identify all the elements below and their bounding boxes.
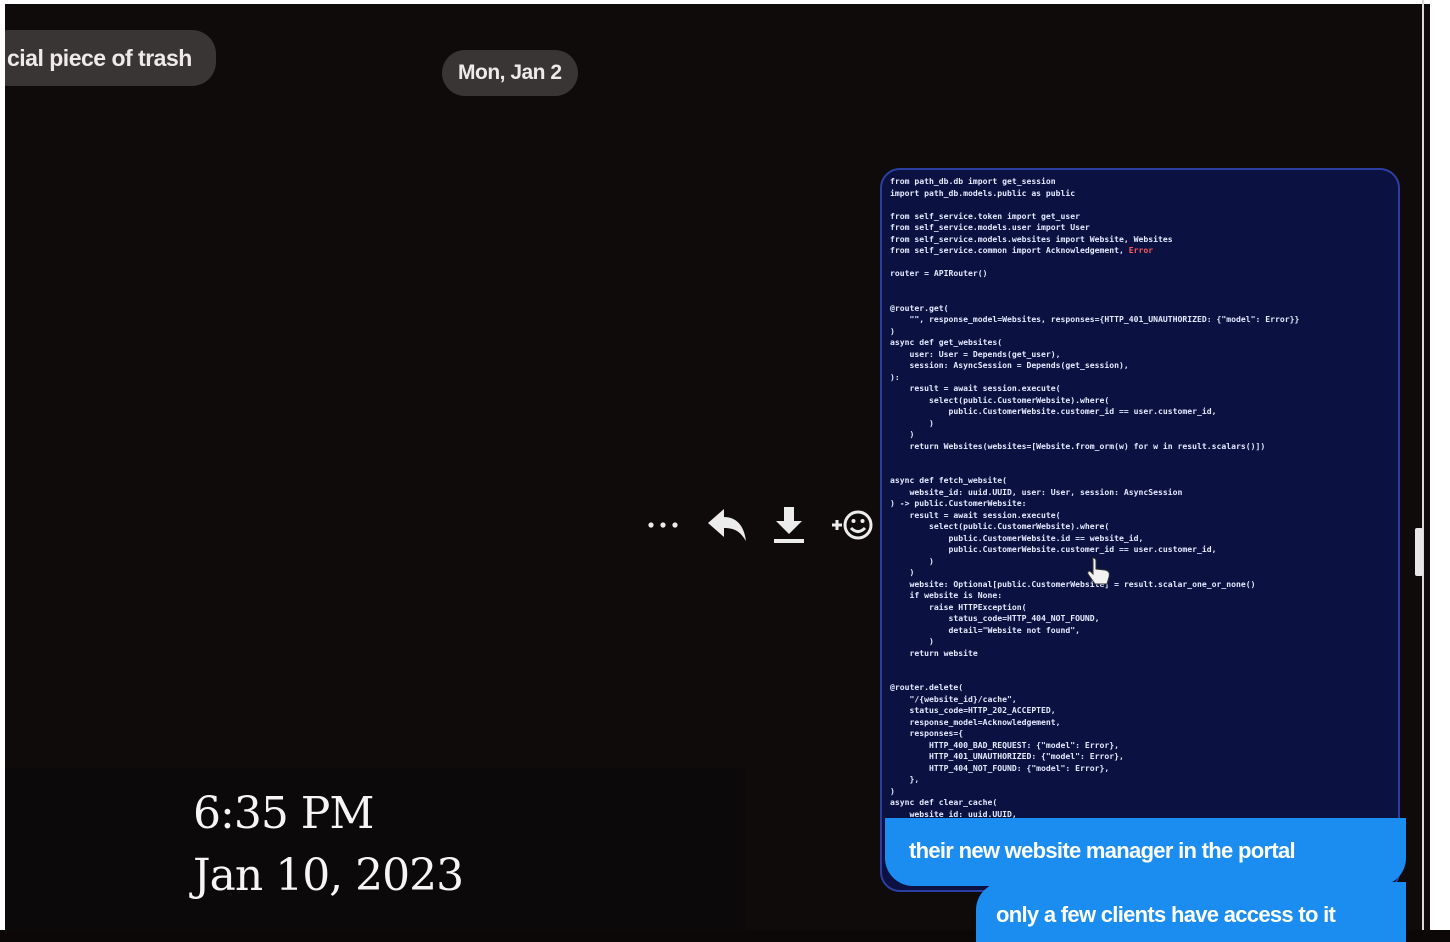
- code-content: from path_db.db import get_session impor…: [890, 176, 1390, 820]
- reply-icon: [704, 505, 748, 545]
- code-line: responses={: [890, 728, 964, 738]
- code-line: website_id: uuid.UUID,: [890, 808, 1017, 819]
- code-line: import path_db.models.public as public: [890, 187, 1076, 198]
- code-line: if website is None:: [890, 590, 1003, 600]
- code-line: user: User = Depends(get_user),: [890, 348, 1061, 359]
- code-line: ): [890, 567, 915, 577]
- message-actions-bar: [641, 500, 881, 550]
- sent-message-text: only a few clients have access to it: [996, 902, 1336, 927]
- code-line: "", response_model=Websites, responses={…: [890, 314, 1300, 324]
- code-line: session: AsyncSession = Depends(get_sess…: [890, 360, 1129, 370]
- code-line: result = await session.execute(: [890, 383, 1061, 393]
- code-line: from path_db.db import get_session: [890, 176, 1056, 186]
- code-line: from self_service.token import get_user: [890, 210, 1081, 221]
- scrollbar-thumb[interactable]: [1415, 528, 1423, 576]
- code-line: public.CustomerWebsite.customer_id == us…: [890, 544, 1217, 554]
- code-screenshot-message[interactable]: from path_db.db import get_session impor…: [880, 168, 1400, 892]
- code-line: from self_service.models.websites import…: [890, 233, 1173, 244]
- sent-message-text: their new website manager in the portal: [909, 838, 1296, 863]
- code-line: ) -> public.CustomerWebsite:: [890, 498, 1027, 508]
- code-line: @router.delete(: [890, 682, 964, 692]
- code-line: from self_service.common import Acknowle…: [890, 245, 1154, 255]
- code-line: ): [890, 325, 895, 336]
- code-line: select(public.CustomerWebsite).where(: [890, 394, 1110, 405]
- code-line: ): [890, 785, 895, 796]
- date-separator: Mon, Jan 2: [442, 50, 578, 96]
- sent-message-bubble[interactable]: their new website manager in the portal: [885, 818, 1406, 886]
- add-reaction-button[interactable]: [827, 500, 877, 550]
- code-line: return website: [890, 647, 978, 658]
- code-line: "/{website_id}/cache",: [890, 693, 1017, 704]
- more-button[interactable]: [641, 500, 685, 550]
- code-line: ):: [890, 371, 900, 382]
- code-line: @router.get(: [890, 302, 949, 313]
- window-edge: [1422, 0, 1424, 930]
- code-line: from self_service.models.user import Use…: [890, 222, 1090, 232]
- code-line: public.CustomerWebsite.customer_id == us…: [890, 406, 1217, 416]
- code-line: HTTP_401_UNAUTHORIZED: {"model": Error},: [890, 751, 1124, 761]
- code-line: async def clear_cache(: [890, 797, 998, 807]
- date-separator-label: Mon, Jan 2: [458, 61, 562, 84]
- previous-message-bubble[interactable]: cial piece of trash: [5, 30, 216, 86]
- code-line: response_model=Acknowledgement,: [890, 716, 1061, 727]
- hand-cursor-icon: [1085, 556, 1113, 591]
- code-line: website: Optional[public.CustomerWebsite…: [890, 578, 1256, 589]
- code-line: ): [890, 555, 934, 566]
- code-line: detail="Website not found",: [890, 624, 1081, 635]
- timestamp-time: 6:35 PM: [193, 788, 374, 839]
- code-line: public.CustomerWebsite.id == website_id,: [890, 532, 1144, 543]
- add-reaction-icon: [830, 507, 874, 543]
- code-line: async def get_websites(: [890, 337, 1003, 347]
- timestamp-date: Jan 10, 2023: [193, 850, 464, 901]
- code-line: HTTP_404_NOT_FOUND: {"model": Error},: [890, 762, 1110, 773]
- code-line: },: [890, 774, 920, 784]
- code-line: website_id: uuid.UUID, user: User, sessi…: [890, 486, 1183, 497]
- code-line: raise HTTPException(: [890, 601, 1027, 612]
- code-line: result = await session.execute(: [890, 509, 1061, 520]
- download-icon: [771, 505, 807, 545]
- sent-message-bubble[interactable]: only a few clients have access to it: [976, 882, 1406, 942]
- code-line: router = APIRouter(): [890, 268, 988, 278]
- code-line: ): [890, 636, 934, 646]
- download-button[interactable]: [766, 500, 812, 550]
- code-line: status_code=HTTP_202_ACCEPTED,: [890, 705, 1056, 715]
- code-line: return Websites(websites=[Website.from_o…: [890, 440, 1266, 451]
- code-line: async def fetch_website(: [890, 475, 1007, 485]
- code-line: select(public.CustomerWebsite).where(: [890, 521, 1110, 531]
- timestamp-overlay: [5, 768, 745, 930]
- reply-button[interactable]: [701, 500, 751, 550]
- code-line: ): [890, 429, 915, 439]
- code-line: ): [890, 417, 934, 428]
- previous-message-text: cial piece of trash: [7, 45, 192, 71]
- code-line: HTTP_400_BAD_REQUEST: {"model": Error},: [890, 739, 1120, 750]
- more-icon: [646, 520, 680, 530]
- code-line: status_code=HTTP_404_NOT_FOUND,: [890, 613, 1100, 623]
